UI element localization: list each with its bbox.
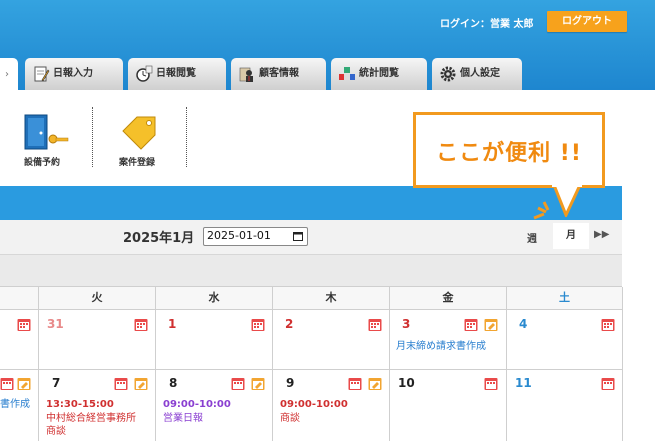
callout-pointer	[552, 183, 582, 217]
toolbar-divider	[92, 107, 93, 167]
tab-label: 日報入力	[53, 68, 93, 79]
calendar-header-band	[0, 186, 622, 220]
chevron-right-icon: ›	[5, 69, 9, 80]
day-number-8[interactable]: 8	[169, 376, 177, 390]
facility-reservation-label: 設備予約	[24, 158, 61, 168]
tab-daily-report-view[interactable]: 日報閲覧	[128, 58, 226, 90]
day-number-3[interactable]: 3	[402, 317, 410, 331]
red-calendar-icon[interactable]	[114, 377, 128, 391]
day-number-10[interactable]: 10	[398, 376, 415, 390]
orange-calendar-edit-icon[interactable]	[368, 377, 382, 391]
grid-line	[506, 287, 507, 441]
red-calendar-icon[interactable]	[0, 377, 14, 391]
orange-calendar-edit-icon[interactable]	[484, 318, 498, 332]
tab-personal-settings[interactable]: 個人設定	[432, 58, 522, 90]
event-tue-time[interactable]: 13:30-15:00	[46, 399, 114, 411]
logout-button[interactable]: ログアウト	[547, 11, 627, 32]
facility-reservation-button[interactable]: 設備予約	[20, 113, 70, 168]
grid-line	[622, 287, 623, 441]
app-header: ログイン：営業 太郎 ログアウト › 日報入力 日報閲覧 顧客情報 統計閲覧 個…	[0, 0, 655, 90]
tab-label: 統計閲覧	[359, 68, 399, 79]
red-calendar-icon[interactable]	[17, 318, 31, 332]
weekday-header-wed: 水	[156, 287, 272, 309]
stats-blocks-icon	[339, 67, 355, 80]
weekday-header-mon	[0, 287, 38, 309]
orange-calendar-edit-icon[interactable]	[134, 377, 148, 391]
tab-active-stub[interactable]: ›	[0, 58, 18, 90]
weekday-header-sat: 土	[507, 287, 622, 309]
grid-line	[272, 287, 273, 441]
tab-label: 日報閲覧	[156, 68, 196, 79]
date-input[interactable]: 2025-01-01	[203, 227, 308, 246]
callout-box: ここが便利 !!	[413, 112, 605, 188]
toolbar-divider	[186, 107, 187, 167]
event-tue-text2[interactable]: 商談	[46, 426, 66, 438]
weekday-header-fri: 金	[390, 287, 506, 309]
day-number-9[interactable]: 9	[286, 376, 294, 390]
red-calendar-icon[interactable]	[464, 318, 478, 332]
pencil-document-icon	[34, 66, 50, 82]
weekday-header-tue: 火	[39, 287, 155, 309]
grid-line	[0, 286, 622, 287]
tab-statistics-view[interactable]: 統計閲覧	[331, 58, 427, 90]
grid-line	[38, 287, 39, 441]
orange-calendar-edit-icon[interactable]	[251, 377, 265, 391]
gear-icon	[440, 66, 456, 82]
tab-label: 顧客情報	[259, 68, 299, 79]
grid-line	[0, 369, 622, 370]
weekday-header-thu: 木	[273, 287, 389, 309]
red-calendar-icon[interactable]	[368, 318, 382, 332]
month-title: 2025年1月	[123, 231, 195, 246]
red-calendar-icon[interactable]	[348, 377, 362, 391]
orange-calendar-edit-icon[interactable]	[17, 377, 31, 391]
door-key-icon	[24, 114, 69, 150]
event-mon-partial[interactable]: 書作成	[0, 399, 30, 411]
red-calendar-icon[interactable]	[251, 318, 265, 332]
grid-line	[155, 287, 156, 441]
grid-line	[389, 287, 390, 441]
day-number-31[interactable]: 31	[47, 317, 64, 331]
grid-line	[0, 309, 622, 310]
view-month-button[interactable]: 月	[553, 223, 589, 249]
calendar-picker-icon[interactable]	[293, 231, 303, 241]
view-week-button[interactable]: 週	[527, 230, 537, 245]
red-calendar-icon[interactable]	[484, 377, 498, 391]
customer-folder-icon	[239, 67, 253, 82]
clock-magnifier-icon	[136, 65, 153, 82]
day-number-7[interactable]: 7	[52, 376, 60, 390]
double-chevron-right-icon[interactable]: ▶▶	[594, 229, 609, 240]
event-thu-time[interactable]: 09:00-10:00	[280, 399, 348, 411]
event-tue-text[interactable]: 中村総合経営事務所	[46, 413, 136, 425]
day-number-11[interactable]: 11	[515, 376, 532, 390]
project-register-label: 案件登録	[119, 158, 156, 168]
event-wed-text[interactable]: 営業日報	[163, 413, 203, 425]
date-input-value: 2025-01-01	[207, 229, 271, 242]
calendar-sub-band	[0, 254, 622, 287]
red-calendar-icon[interactable]	[134, 318, 148, 332]
red-calendar-icon[interactable]	[601, 377, 615, 391]
emphasis-marks-icon	[533, 201, 550, 220]
project-register-button[interactable]: 案件登録	[115, 113, 165, 168]
login-user-label: ログイン：営業 太郎	[440, 19, 534, 30]
tab-daily-report-input[interactable]: 日報入力	[25, 58, 123, 90]
event-wed-time[interactable]: 09:00-10:00	[163, 399, 231, 411]
day-number-1[interactable]: 1	[168, 317, 176, 331]
day-number-4[interactable]: 4	[519, 317, 527, 331]
red-calendar-icon[interactable]	[231, 377, 245, 391]
tab-label: 個人設定	[460, 68, 500, 79]
callout-text: ここが便利 !!	[436, 141, 582, 166]
tag-icon	[122, 116, 156, 150]
event-fri-3[interactable]: 月末締め請求書作成	[396, 341, 486, 353]
event-thu-text[interactable]: 商談	[280, 413, 300, 425]
red-calendar-icon[interactable]	[601, 318, 615, 332]
day-number-2[interactable]: 2	[285, 317, 293, 331]
tab-customer-info[interactable]: 顧客情報	[231, 58, 326, 90]
